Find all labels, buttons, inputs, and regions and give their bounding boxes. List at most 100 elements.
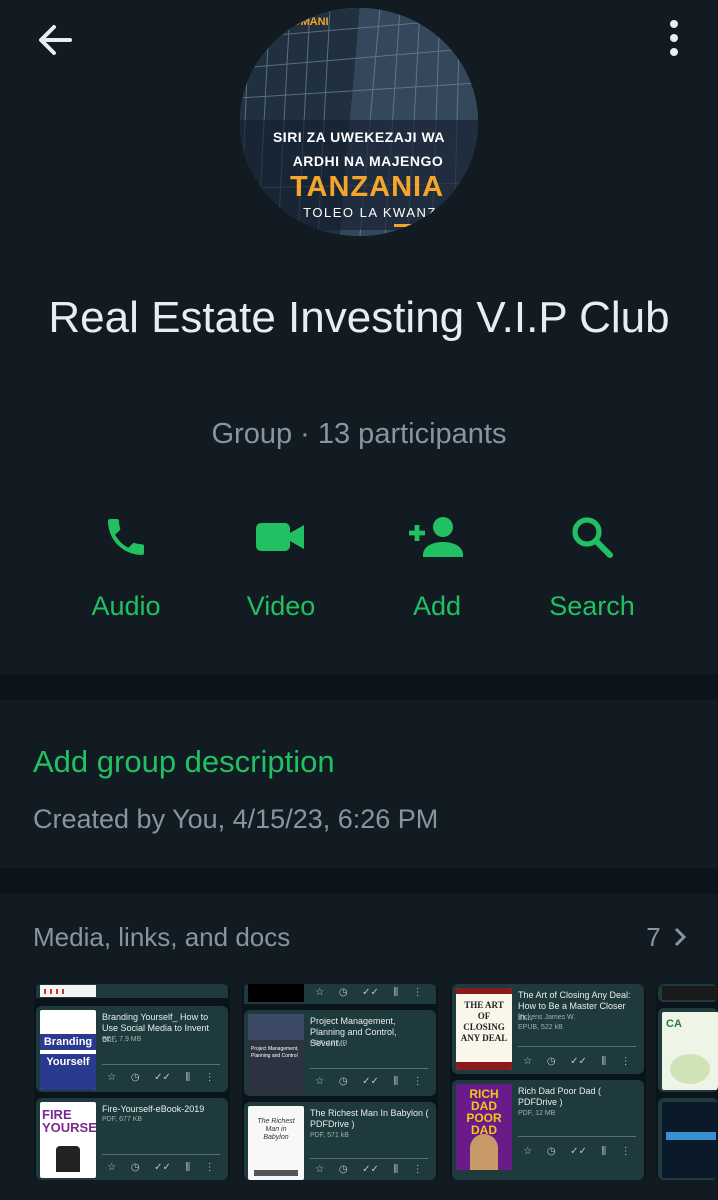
doc-cover-art-of-closing: THE ART OF CLOSING ANY DEAL — [456, 988, 512, 1070]
doc-meta: PDF, 571 kB — [310, 1132, 349, 1139]
doc-divider — [102, 1064, 220, 1065]
double-check-icon[interactable]: ✓✓ — [362, 1076, 379, 1090]
more-vert-icon[interactable]: ⋮ — [205, 1162, 215, 1176]
double-check-icon[interactable]: ✓✓ — [570, 1056, 587, 1070]
avatar-title-line-3: TANZANIA — [289, 171, 445, 203]
double-check-icon[interactable]: ✓✓ — [362, 987, 379, 1001]
library-icon[interactable]: ⫼ — [601, 1146, 606, 1160]
add-person-icon — [409, 517, 463, 557]
clock-icon[interactable]: ◷ — [547, 1146, 556, 1160]
media-thumbnail[interactable]: Branding Yourself Branding Yourself_ How… — [34, 984, 230, 1180]
doc-card[interactable]: Branding Yourself Branding Yourself_ How… — [36, 1006, 228, 1092]
double-check-icon[interactable]: ✓✓ — [570, 1146, 587, 1160]
doc-name: The Richest Man In Babylon ( PDFDrive ) — [310, 1108, 429, 1129]
doc-cover-rich-dad: RICH DAD POOR DAD — [456, 1084, 512, 1170]
more-vert-icon[interactable]: ⋮ — [621, 1056, 631, 1070]
doc-action-icons: ☆ ◷ ✓✓ ⫼ ⋮ — [516, 1056, 638, 1070]
avatar-underline — [394, 224, 442, 227]
back-arrow-icon — [39, 25, 72, 55]
doc-action-icons: ☆ ◷ ✓✓ ⫼ ⋮ — [308, 987, 430, 1001]
doc-action-icons: ☆ ◷ ✓✓ ⫼ ⋮ — [100, 1162, 222, 1176]
doc-meta: PDF, 677 KB — [102, 1116, 143, 1123]
doc-card[interactable]: FIRE YOURSELF Fire-Yourself-eBook-2019 P… — [36, 1098, 228, 1180]
star-icon[interactable]: ☆ — [107, 1072, 116, 1086]
star-icon[interactable]: ☆ — [315, 987, 324, 1001]
add-label: Add — [412, 591, 462, 621]
audio-call-button[interactable]: Audio — [51, 505, 201, 635]
more-vert-icon[interactable]: ⋮ — [413, 1076, 423, 1090]
doc-divider — [518, 1136, 636, 1137]
doc-divider — [518, 1046, 636, 1047]
more-vert-icon[interactable]: ⋮ — [413, 1164, 423, 1178]
doc-card[interactable]: THE ART OF CLOSING ANY DEAL The Art of C… — [452, 984, 644, 1074]
doc-meta: PDF, 12 MB — [518, 1110, 556, 1117]
doc-cover-branding: Branding Yourself — [40, 1010, 96, 1090]
group-avatar[interactable]: BOMANI SIRI ZA UWEKEZAJI WA ARDHI NA MAJ… — [240, 8, 478, 236]
doc-cover-title: FIRE YOURSELF — [42, 1107, 96, 1135]
library-icon[interactable]: ⫼ — [601, 1056, 606, 1070]
star-icon[interactable]: ☆ — [523, 1056, 532, 1070]
audio-label: Audio — [91, 591, 161, 621]
back-button[interactable] — [30, 18, 80, 62]
clock-icon[interactable]: ◷ — [339, 1164, 348, 1178]
clock-icon[interactable]: ◷ — [547, 1056, 556, 1070]
library-icon[interactable]: ⫼ — [185, 1162, 190, 1176]
created-info: Created by You, 4/15/23, 6:26 PM — [33, 804, 439, 834]
doc-action-icons: ☆ ◷ ✓✓ ⫼ ⋮ — [100, 1072, 222, 1086]
doc-meta: EPUB, 522 kB — [518, 1024, 563, 1031]
doc-card[interactable]: RICH DAD POOR DAD Rich Dad Poor Dad ( PD… — [452, 1080, 644, 1180]
clock-icon[interactable]: ◷ — [339, 1076, 348, 1090]
media-thumbnail[interactable]: ☆ ◷ ✓✓ ⫼ ⋮ Project Management, Planning … — [242, 984, 438, 1180]
clock-icon[interactable]: ◷ — [339, 987, 348, 1001]
doc-cover-title: THE ART OF CLOSING ANY DEAL — [460, 1000, 508, 1043]
doc-action-icons: ☆ ◷ ✓✓ ⫼ ⋮ — [308, 1164, 430, 1178]
video-call-button[interactable]: Video — [206, 505, 356, 635]
media-count-link[interactable]: 7 — [646, 922, 688, 953]
doc-cover-title: The Richest Man in Babylon — [257, 1118, 295, 1141]
doc-name: Rich Dad Poor Dad ( PDFDrive ) — [518, 1086, 602, 1107]
star-icon[interactable]: ☆ — [107, 1162, 116, 1176]
media-thumbnail[interactable]: THE ART OF CLOSING ANY DEAL The Art of C… — [450, 984, 646, 1180]
add-group-description-link[interactable]: Add group description — [33, 744, 335, 780]
doc-cover-ca: CA — [662, 1012, 718, 1090]
clock-icon[interactable]: ◷ — [131, 1162, 140, 1176]
doc-card[interactable]: Project Management, Planning and Control… — [244, 1010, 436, 1096]
video-camera-icon — [256, 523, 304, 551]
doc-action-icons: ☆ ◷ ✓✓ ⫼ ⋮ — [516, 1146, 638, 1160]
star-icon[interactable]: ☆ — [315, 1076, 324, 1090]
group-participants: Group · 13 participants — [211, 418, 507, 450]
doc-cover-dark — [662, 1102, 718, 1178]
avatar-edition-text: TOLEO LA KWANZ — [303, 205, 437, 220]
doc-card[interactable]: The Richest Man in Babylon The Richest M… — [244, 1102, 436, 1180]
doc-card[interactable] — [658, 1098, 718, 1180]
doc-card[interactable]: CA — [658, 1008, 718, 1092]
star-icon[interactable]: ☆ — [315, 1164, 324, 1178]
star-icon[interactable]: ☆ — [523, 1146, 532, 1160]
add-participant-button[interactable]: Add — [362, 505, 512, 635]
library-icon[interactable]: ⫼ — [393, 1076, 398, 1090]
clock-icon[interactable]: ◷ — [131, 1072, 140, 1086]
doc-cover-title: Branding Yourself — [43, 1036, 93, 1068]
more-vert-icon — [670, 20, 678, 56]
doc-divider — [102, 1154, 220, 1155]
media-links-docs-title[interactable]: Media, links, and docs — [33, 922, 290, 953]
double-check-icon[interactable]: ✓✓ — [154, 1072, 171, 1086]
doc-cover-project-management: Project Management, Planning and Control — [248, 1014, 304, 1094]
more-vert-icon[interactable]: ⋮ — [205, 1072, 215, 1086]
library-icon[interactable]: ⫼ — [185, 1072, 190, 1086]
more-vert-icon[interactable]: ⋮ — [621, 1146, 631, 1160]
double-check-icon[interactable]: ✓✓ — [154, 1162, 171, 1176]
group-name[interactable]: Real Estate Investing V.I.P Club — [40, 290, 678, 346]
library-icon[interactable]: ⫼ — [393, 987, 398, 1001]
media-section: Media, links, and docs 7 Branding Yourse… — [0, 894, 718, 1200]
media-thumbnail[interactable]: CA — [656, 984, 718, 1180]
more-options-button[interactable] — [650, 14, 698, 64]
phone-icon — [108, 519, 144, 555]
search-button[interactable]: Search — [517, 505, 667, 635]
group-info-header: BOMANI SIRI ZA UWEKEZAJI WA ARDHI NA MAJ… — [0, 0, 718, 674]
description-section: Add group description Created by You, 4/… — [0, 700, 718, 868]
double-check-icon[interactable]: ✓✓ — [362, 1164, 379, 1178]
more-vert-icon[interactable]: ⋮ — [413, 987, 423, 1001]
library-icon[interactable]: ⫼ — [393, 1164, 398, 1178]
doc-card-partial — [36, 984, 228, 998]
